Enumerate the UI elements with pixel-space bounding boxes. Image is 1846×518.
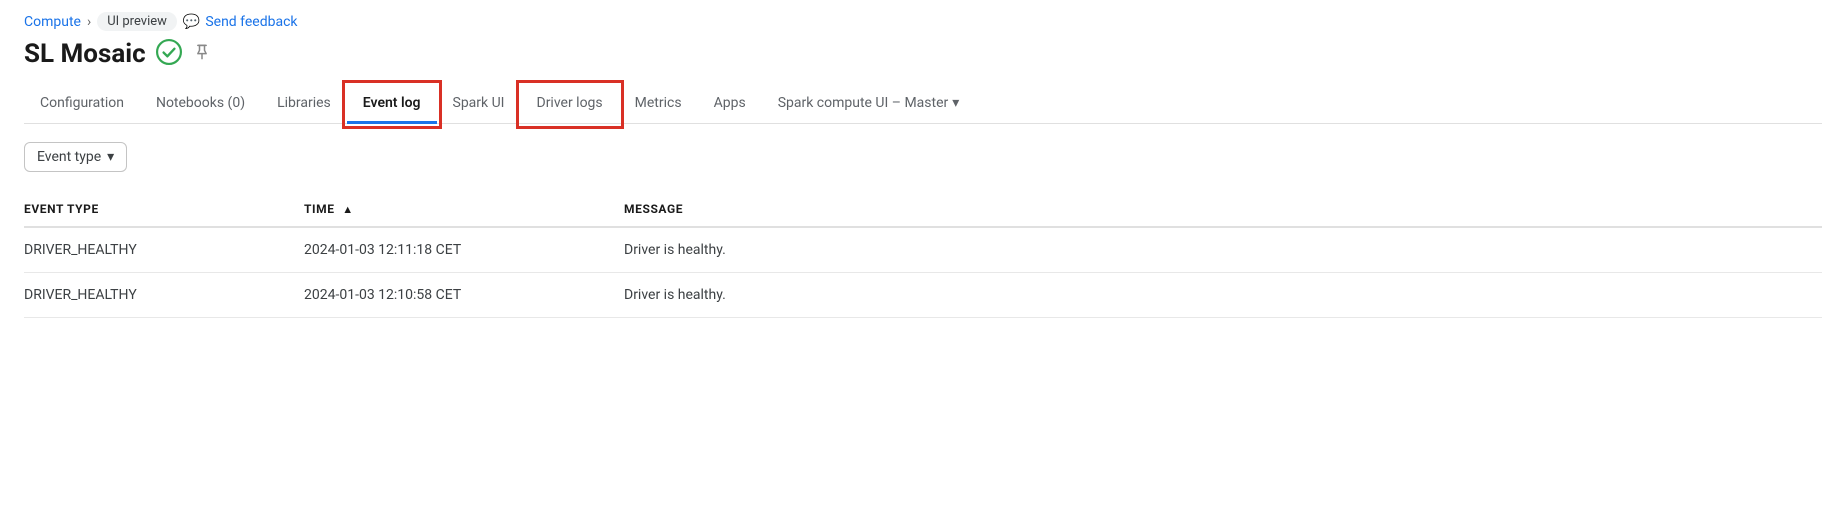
- col-header-message: MESSAGE: [624, 192, 1822, 227]
- chevron-down-icon: ▾: [952, 95, 959, 111]
- cell-message: Driver is healthy.: [624, 273, 1822, 318]
- cell-time: 2024-01-03 12:11:18 CET: [304, 227, 624, 273]
- tab-spark-compute-ui[interactable]: Spark compute UI – Master ▾: [762, 85, 976, 124]
- cell-message: Driver is healthy.: [624, 227, 1822, 273]
- tab-event-log[interactable]: Event log: [347, 85, 437, 124]
- tab-metrics[interactable]: Metrics: [619, 85, 698, 124]
- breadcrumb-separator: ›: [87, 14, 91, 30]
- page-title: SL Mosaic: [24, 39, 146, 69]
- breadcrumb: Compute › UI preview 💬 Send feedback: [24, 12, 1822, 31]
- pin-icon[interactable]: [192, 42, 212, 66]
- status-healthy-icon: [156, 39, 182, 69]
- table-row: DRIVER_HEALTHY2024-01-03 12:11:18 CETDri…: [24, 227, 1822, 273]
- tab-spark-compute-ui-label: Spark compute UI – Master: [778, 95, 949, 111]
- tab-apps[interactable]: Apps: [698, 85, 762, 124]
- breadcrumb-current: UI preview: [97, 12, 177, 31]
- col-header-event-type: EVENT TYPE: [24, 192, 304, 227]
- col-header-time[interactable]: TIME ▲: [304, 192, 624, 227]
- event-log-table: EVENT TYPE TIME ▲ MESSAGE DRIVER_HEALTHY…: [24, 192, 1822, 318]
- tab-notebooks[interactable]: Notebooks (0): [140, 85, 261, 124]
- table-row: DRIVER_HEALTHY2024-01-03 12:10:58 CETDri…: [24, 273, 1822, 318]
- breadcrumb-compute-link[interactable]: Compute: [24, 14, 81, 30]
- cell-event-type: DRIVER_HEALTHY: [24, 227, 304, 273]
- tab-driver-logs[interactable]: Driver logs: [521, 85, 619, 124]
- nav-tabs: Configuration Notebooks (0) Libraries Ev…: [24, 85, 1822, 124]
- cell-time: 2024-01-03 12:10:58 CET: [304, 273, 624, 318]
- filter-label: Event type: [37, 149, 101, 165]
- tab-configuration[interactable]: Configuration: [24, 85, 140, 124]
- feedback-label: Send feedback: [205, 14, 297, 30]
- send-feedback-link[interactable]: 💬 Send feedback: [183, 14, 298, 30]
- cell-event-type: DRIVER_HEALTHY: [24, 273, 304, 318]
- tab-spark-ui[interactable]: Spark UI: [437, 85, 521, 124]
- page-container: Compute › UI preview 💬 Send feedback SL …: [0, 0, 1846, 342]
- feedback-icon: 💬: [183, 14, 200, 30]
- event-type-filter[interactable]: Event type ▾: [24, 142, 127, 172]
- filter-chevron-icon: ▾: [107, 149, 114, 165]
- sort-arrow-icon: ▲: [342, 203, 354, 216]
- filter-row: Event type ▾: [24, 142, 1822, 172]
- tab-libraries[interactable]: Libraries: [261, 85, 347, 124]
- table-header-row: EVENT TYPE TIME ▲ MESSAGE: [24, 192, 1822, 227]
- title-row: SL Mosaic: [24, 39, 1822, 69]
